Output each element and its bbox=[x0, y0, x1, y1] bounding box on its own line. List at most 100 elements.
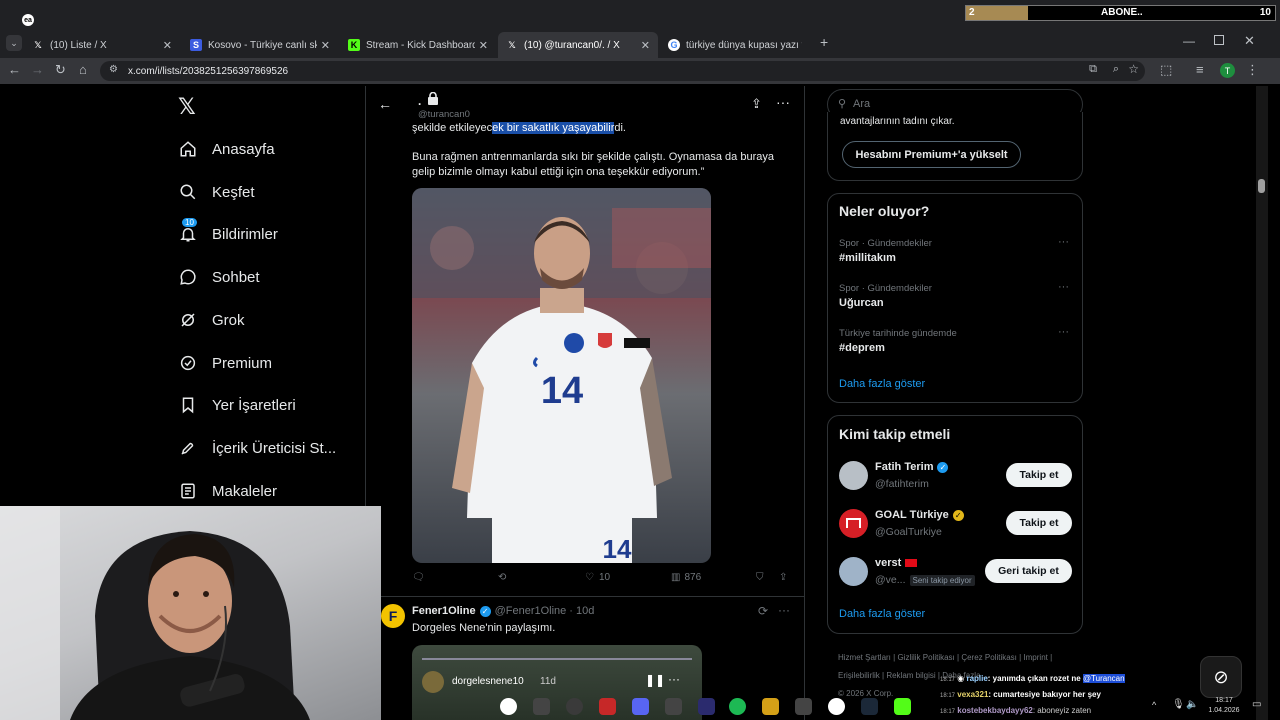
clock[interactable]: 18:17 1.04.2026 bbox=[1204, 696, 1244, 716]
grok-explain-icon[interactable]: ⟳ bbox=[758, 604, 768, 618]
extensions-icon[interactable]: ⬚ bbox=[1160, 62, 1172, 78]
close-icon[interactable]: ✕ bbox=[641, 39, 650, 52]
footer-link[interactable]: Çerez Politikası bbox=[961, 653, 1017, 662]
tab-1[interactable]: 𝕏 (10) Liste / X ✕ bbox=[24, 32, 180, 58]
microphone-icon[interactable]: 🎙 bbox=[1172, 699, 1185, 710]
reply-button[interactable]: 🗨 bbox=[412, 572, 425, 583]
nav-item-home[interactable]: Anasayfa bbox=[178, 139, 275, 159]
scrollbar-thumb[interactable] bbox=[1258, 179, 1265, 193]
more-icon[interactable]: ··· bbox=[1058, 236, 1069, 248]
nav-item-explore[interactable]: Keşfet bbox=[178, 182, 255, 202]
nav-item-premium[interactable]: Premium bbox=[178, 353, 272, 373]
back-icon[interactable]: ← bbox=[8, 62, 21, 77]
capcut-taskbar-icon[interactable] bbox=[665, 698, 682, 715]
footer-link[interactable]: Erişilebilirlik bbox=[838, 671, 880, 680]
trend-item[interactable]: Türkiye tarihinde gündemde #deprem bbox=[839, 328, 957, 354]
more-icon[interactable]: ··· bbox=[776, 94, 790, 110]
bookmark-star-icon[interactable]: ☆ bbox=[1128, 62, 1139, 76]
follow-show-more-link[interactable]: Daha fazla göster bbox=[839, 608, 925, 620]
nav-item-grok[interactable]: Grok bbox=[178, 310, 245, 330]
footer-link[interactable]: Hizmet Şartları bbox=[838, 653, 891, 662]
tab-4-active[interactable]: 𝕏 (10) @turancan0/. / X ✕ bbox=[498, 32, 658, 58]
new-tab-icon[interactable]: + bbox=[820, 34, 828, 50]
tweet-photo[interactable]: 14 14 bbox=[412, 188, 711, 563]
obs-taskbar-icon[interactable] bbox=[566, 698, 583, 715]
spotify-taskbar-icon[interactable] bbox=[729, 698, 746, 715]
kick-taskbar-icon[interactable] bbox=[894, 698, 911, 715]
tweet2-name[interactable]: Fener1Oline bbox=[412, 605, 476, 617]
install-app-icon[interactable]: ⧉ bbox=[1089, 63, 1097, 76]
nav-item-notifications[interactable]: 10 Bildirimler bbox=[178, 218, 278, 244]
maximize-icon[interactable] bbox=[1214, 35, 1224, 45]
tab-2[interactable]: S Kosovo - Türkiye canlı skor, baş ✕ bbox=[182, 32, 338, 58]
follow-suggestion-name[interactable]: GOAL Türkiye ✓ bbox=[875, 509, 964, 521]
forward-icon[interactable]: → bbox=[31, 62, 44, 77]
app-taskbar-icon[interactable] bbox=[599, 698, 616, 715]
scrollbar[interactable] bbox=[1256, 86, 1268, 720]
nav-item-articles[interactable]: Makaleler bbox=[178, 481, 277, 501]
url-bar[interactable]: ⚙ x.com/i/lists/2038251256397869526 ⧉ ⌕ … bbox=[100, 61, 1145, 81]
discord-taskbar-icon[interactable] bbox=[632, 698, 649, 715]
nav-item-chat[interactable]: Sohbet bbox=[178, 267, 260, 287]
premiere-taskbar-icon[interactable] bbox=[698, 698, 715, 715]
follows-you-badge: Seni takip ediyor bbox=[909, 574, 975, 586]
follow-suggestion-name[interactable]: Fatih Terim ✓ bbox=[875, 461, 949, 473]
profile-avatar[interactable]: T bbox=[1220, 63, 1235, 78]
site-info-icon[interactable]: ⚙ bbox=[109, 64, 118, 75]
close-window-icon[interactable]: ✕ bbox=[1244, 33, 1255, 49]
speaker-icon[interactable]: 🔈 bbox=[1186, 699, 1198, 710]
x-logo-icon[interactable]: 𝕏 bbox=[178, 94, 196, 120]
files-taskbar-icon[interactable] bbox=[762, 698, 779, 715]
close-icon[interactable]: ✕ bbox=[321, 39, 330, 52]
close-icon[interactable]: ✕ bbox=[163, 39, 172, 52]
chevron-up-icon[interactable]: ^ bbox=[1152, 700, 1156, 710]
pause-icon[interactable]: ❚❚ bbox=[645, 673, 665, 687]
tweet2-media[interactable]: dorgelesnene10 11d ❚❚ ··· bbox=[412, 645, 702, 720]
trends-show-more-link[interactable]: Daha fazla göster bbox=[839, 378, 925, 390]
chrome-taskbar-icon[interactable] bbox=[500, 698, 517, 715]
minimize-icon[interactable]: — bbox=[1183, 34, 1195, 48]
premium-upgrade-button[interactable]: Hesabını Premium+'a yükselt bbox=[842, 141, 1021, 168]
fener1oline-avatar[interactable]: F bbox=[381, 604, 405, 628]
back-arrow-icon[interactable]: ← bbox=[378, 96, 392, 112]
share-button[interactable]: ⇪ bbox=[779, 572, 787, 583]
home-browser-icon[interactable]: ⌂ bbox=[79, 62, 87, 77]
capcut-taskbar-icon[interactable] bbox=[795, 698, 812, 715]
footer-link[interactable]: Reklam bilgisi bbox=[886, 671, 935, 680]
more-icon[interactable]: ··· bbox=[1058, 281, 1069, 293]
tab-3[interactable]: K Stream - Kick Dashboard ✕ bbox=[340, 32, 496, 58]
follow-button[interactable]: Takip et bbox=[1006, 463, 1072, 487]
footer-link[interactable]: Gizlilik Politikası bbox=[897, 653, 954, 662]
tab-search-icon[interactable]: ⌄ bbox=[6, 35, 22, 51]
more-icon[interactable]: ··· bbox=[778, 603, 790, 617]
fatih-terim-avatar[interactable] bbox=[839, 461, 868, 490]
trend-item[interactable]: Spor · Gündemdekiler Uğurcan bbox=[839, 283, 932, 309]
nav-item-creator-studio[interactable]: İçerik Üreticisi St... bbox=[178, 438, 336, 458]
more-icon[interactable]: ··· bbox=[668, 672, 680, 686]
zoom-icon[interactable]: ⌕ bbox=[1113, 63, 1119, 76]
reload-icon[interactable]: ↻ bbox=[55, 62, 66, 78]
bookmark-button[interactable]: ⛉ bbox=[756, 572, 764, 583]
verst-avatar[interactable] bbox=[839, 557, 868, 586]
close-icon[interactable]: ✕ bbox=[479, 39, 488, 52]
more-icon[interactable]: ··· bbox=[1058, 326, 1069, 338]
share-icon: ⇪ bbox=[779, 572, 788, 583]
reading-list-icon[interactable]: ≡ bbox=[1196, 62, 1204, 77]
chrome-taskbar-icon[interactable] bbox=[828, 698, 845, 715]
follow-back-button[interactable]: Geri takip et bbox=[985, 559, 1072, 583]
nav-item-bookmarks[interactable]: Yer İşaretleri bbox=[178, 395, 296, 415]
footer-link[interactable]: Imprint bbox=[1023, 653, 1047, 662]
follow-suggestion-name[interactable]: verst bbox=[875, 557, 918, 569]
tab-5[interactable]: G türkiye dünya kupası yazı tura - bbox=[660, 32, 810, 58]
capcut-taskbar-icon[interactable] bbox=[533, 698, 550, 715]
trend-item[interactable]: Spor · Gündemdekiler #millitakım bbox=[839, 238, 932, 264]
notification-center-icon[interactable]: ▭ bbox=[1252, 699, 1261, 710]
share-icon[interactable]: ⇪ bbox=[751, 96, 762, 112]
steam-taskbar-icon[interactable] bbox=[861, 698, 878, 715]
like-button[interactable]: ♡ 10 bbox=[585, 572, 610, 583]
follow-button[interactable]: Takip et bbox=[1006, 511, 1072, 535]
menu-kebab-icon[interactable]: ⋮ bbox=[1246, 62, 1259, 78]
retweet-button[interactable]: ⟲ bbox=[498, 572, 506, 583]
views-button[interactable]: ▥ 876 bbox=[671, 572, 701, 583]
goal-turkiye-avatar[interactable] bbox=[839, 509, 868, 538]
